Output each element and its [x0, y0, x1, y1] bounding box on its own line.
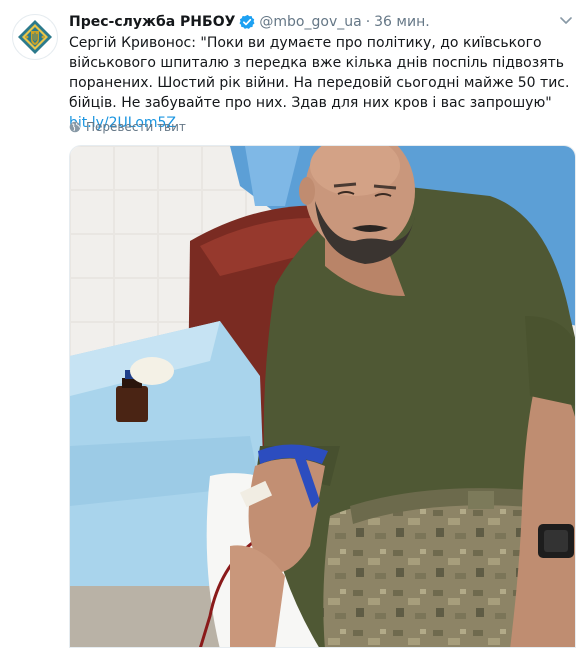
- avatar[interactable]: [12, 14, 58, 60]
- photo-man-donating-blood: [70, 146, 575, 647]
- separator-dot: ·: [365, 14, 371, 30]
- tweet-timestamp[interactable]: 36 мин.: [374, 14, 430, 30]
- translate-label: Перевести твит: [86, 120, 186, 134]
- tweet-photo[interactable]: [69, 145, 576, 648]
- author-handle[interactable]: @mbo_gov_ua: [259, 14, 361, 30]
- author-name[interactable]: Прес-служба РНБОУ: [69, 14, 235, 30]
- tweet-text-body: Сергій Кривонос: "Поки ви думаєте про по…: [69, 35, 570, 111]
- tweet: Прес-служба РНБОУ @mbo_gov_ua · 36 мин. …: [0, 0, 584, 648]
- translate-button[interactable]: Перевести твит: [69, 118, 186, 136]
- verified-badge-icon: [239, 14, 255, 30]
- tweet-header: Прес-служба РНБОУ @mbo_gov_ua · 36 мин.: [69, 12, 554, 32]
- rnbo-emblem-icon: [18, 20, 52, 54]
- globe-icon: [69, 121, 81, 133]
- chevron-down-icon[interactable]: [558, 14, 574, 28]
